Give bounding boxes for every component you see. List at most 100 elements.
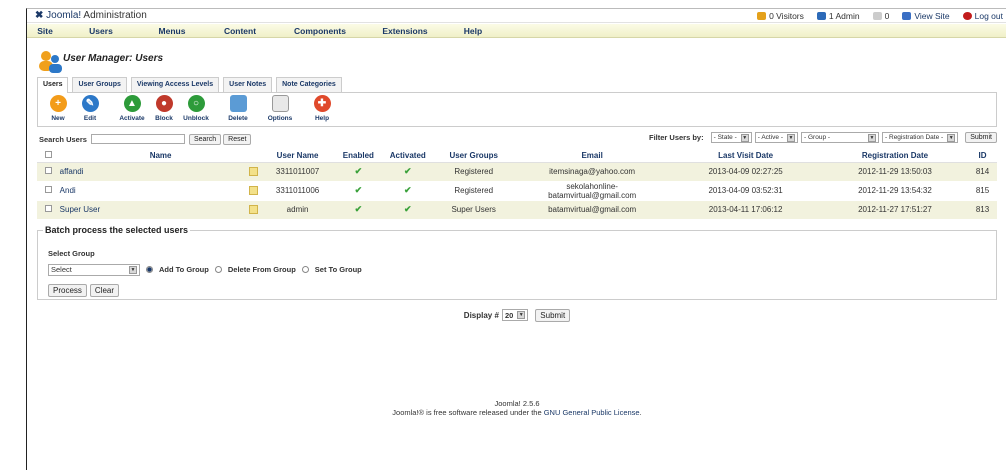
batch-actions: Process Clear xyxy=(48,283,996,297)
col-registration-date[interactable]: Registration Date xyxy=(821,149,969,163)
messages-status[interactable]: 0 xyxy=(872,11,889,21)
username-cell: 3311011006 xyxy=(261,181,334,201)
batch-panel: Batch process the selected users Select … xyxy=(37,224,997,300)
regdate-select[interactable]: - Registration Date - ▼ xyxy=(882,132,959,143)
version-text: Joomla! 2.5.6 xyxy=(494,399,540,408)
options-button[interactable]: Options xyxy=(267,95,293,122)
group-select-dropdown[interactable]: Select ▼ xyxy=(48,263,140,276)
chevron-down-icon: ▼ xyxy=(787,133,796,142)
visitors-icon xyxy=(757,12,767,20)
power-icon xyxy=(962,12,972,20)
registration-date-cell: 2012-11-29 13:54:32 xyxy=(821,181,969,201)
license-link[interactable]: GNU General Public License xyxy=(544,408,640,417)
edit-button[interactable]: ✎ Edit xyxy=(77,95,103,122)
select-group-label: Select Group xyxy=(48,248,95,258)
id-cell: 814 xyxy=(968,162,997,182)
page-header: User Manager: Users xyxy=(37,47,997,77)
activated-status: ✔ xyxy=(383,181,433,201)
monitor-icon xyxy=(902,12,912,20)
row-checkbox[interactable] xyxy=(44,205,52,212)
menu-components[interactable]: Components xyxy=(275,24,365,37)
activate-button[interactable]: ▲ Activate xyxy=(119,95,145,122)
block-button[interactable]: ● Block xyxy=(151,95,177,122)
note-icon[interactable] xyxy=(248,205,258,214)
menu-extensions[interactable]: Extensions xyxy=(365,24,445,37)
menu-menus[interactable]: Menus xyxy=(139,24,205,37)
enabled-toggle[interactable]: ✔ xyxy=(333,200,384,220)
col-enabled[interactable]: Enabled xyxy=(333,149,384,163)
select-all-header xyxy=(37,149,60,163)
table-header-row: Name User Name Enabled Activated User Gr… xyxy=(37,149,997,163)
group-select[interactable]: - Group - ▼ xyxy=(801,132,880,143)
user-name-link[interactable]: affandi xyxy=(60,167,84,176)
user-name-link[interactable]: Andi xyxy=(60,186,76,195)
tab-users[interactable]: Users xyxy=(37,77,69,93)
col-last-visit[interactable]: Last Visit Date xyxy=(669,149,822,163)
col-email[interactable]: Email xyxy=(514,149,670,163)
table-row: affandi 3311011007 ✔ ✔ Registered itemsi… xyxy=(37,162,997,182)
note-icon[interactable] xyxy=(248,186,258,195)
filter-bar: Search Users Search Reset Filter Users b… xyxy=(37,131,997,147)
menu-users[interactable]: Users xyxy=(63,24,139,37)
help-icon: ✚ xyxy=(313,95,331,112)
menu-help[interactable]: Help xyxy=(445,24,501,37)
footer: Joomla! 2.5.6 Joomla!® is free software … xyxy=(27,399,1006,417)
add-to-group-radio[interactable] xyxy=(146,266,153,273)
last-visit-cell: 2013-04-11 17:06:12 xyxy=(669,200,822,220)
view-site-link[interactable]: View Site xyxy=(902,11,950,21)
email-cell: batamvirtual@gmail.com xyxy=(514,200,670,220)
username-cell: 3311011007 xyxy=(261,162,334,182)
tab-bar: Users User Groups Viewing Access Levels … xyxy=(37,77,997,93)
search-input[interactable] xyxy=(90,134,185,144)
unblock-button[interactable]: ○ Unblock xyxy=(183,95,209,122)
user-name-link[interactable]: Super User xyxy=(60,205,100,214)
visitors-status: 0 Visitors xyxy=(757,11,804,21)
tab-note-categories[interactable]: Note Categories xyxy=(276,77,342,92)
clear-button[interactable]: Clear xyxy=(89,283,120,297)
new-icon: + xyxy=(49,95,67,112)
set-to-group-radio[interactable] xyxy=(301,266,309,273)
tab-viewing-access-levels[interactable]: Viewing Access Levels xyxy=(130,77,220,92)
delete-from-group-radio[interactable] xyxy=(214,266,222,273)
chevron-down-icon: ▼ xyxy=(517,311,526,319)
table-row: Andi 3311011006 ✔ ✔ Registered sekolahon… xyxy=(37,181,997,201)
col-name[interactable]: Name xyxy=(59,149,262,163)
username-cell: admin xyxy=(261,200,334,220)
filter-submit-button[interactable]: Submit xyxy=(965,132,997,143)
reset-button[interactable]: Reset xyxy=(223,133,252,145)
col-id[interactable]: ID xyxy=(968,149,997,163)
display-count-select[interactable]: 20 ▼ xyxy=(501,309,529,321)
process-button[interactable]: Process xyxy=(48,283,87,297)
email-cell: sekolahonline-batamvirtual@gmail.com xyxy=(514,181,670,201)
menu-site[interactable]: Site xyxy=(27,24,63,37)
row-checkbox[interactable] xyxy=(44,167,52,174)
help-button[interactable]: ✚ Help xyxy=(309,95,335,122)
toolbar: + New ✎ Edit ▲ Activate ● Block ○ Unblock Del… xyxy=(37,93,997,127)
row-checkbox[interactable] xyxy=(44,186,52,193)
col-activated[interactable]: Activated xyxy=(383,149,433,163)
menu-content[interactable]: Content xyxy=(205,24,275,37)
tab-user-groups[interactable]: User Groups xyxy=(72,77,127,92)
state-select[interactable]: - State - ▼ xyxy=(710,132,752,143)
new-button[interactable]: + New xyxy=(45,95,71,122)
admin-status: 1 Admin xyxy=(816,11,860,21)
tab-user-notes[interactable]: User Notes xyxy=(223,77,273,92)
active-select[interactable]: - Active - ▼ xyxy=(754,132,799,143)
search-button[interactable]: Search xyxy=(188,133,222,145)
batch-options: Select ▼ Add To Group Delete From Group S… xyxy=(48,263,996,276)
delete-button[interactable]: Delete xyxy=(225,95,251,122)
user-groups-cell: Super Users xyxy=(432,200,515,220)
activate-icon: ▲ xyxy=(123,95,141,112)
id-cell: 813 xyxy=(968,200,997,220)
enabled-toggle[interactable]: ✔ xyxy=(333,181,384,201)
display-submit-button[interactable]: Submit xyxy=(535,308,571,322)
chevron-down-icon: ▼ xyxy=(947,133,956,142)
select-all-checkbox[interactable] xyxy=(44,150,52,158)
enabled-toggle[interactable]: ✔ xyxy=(333,162,384,182)
note-icon[interactable] xyxy=(248,167,258,176)
last-visit-cell: 2013-04-09 02:27:25 xyxy=(669,162,822,182)
col-username[interactable]: User Name xyxy=(261,149,334,163)
trash-icon xyxy=(229,95,247,112)
options-icon xyxy=(271,95,289,112)
logout-link[interactable]: Log out xyxy=(962,11,1003,21)
